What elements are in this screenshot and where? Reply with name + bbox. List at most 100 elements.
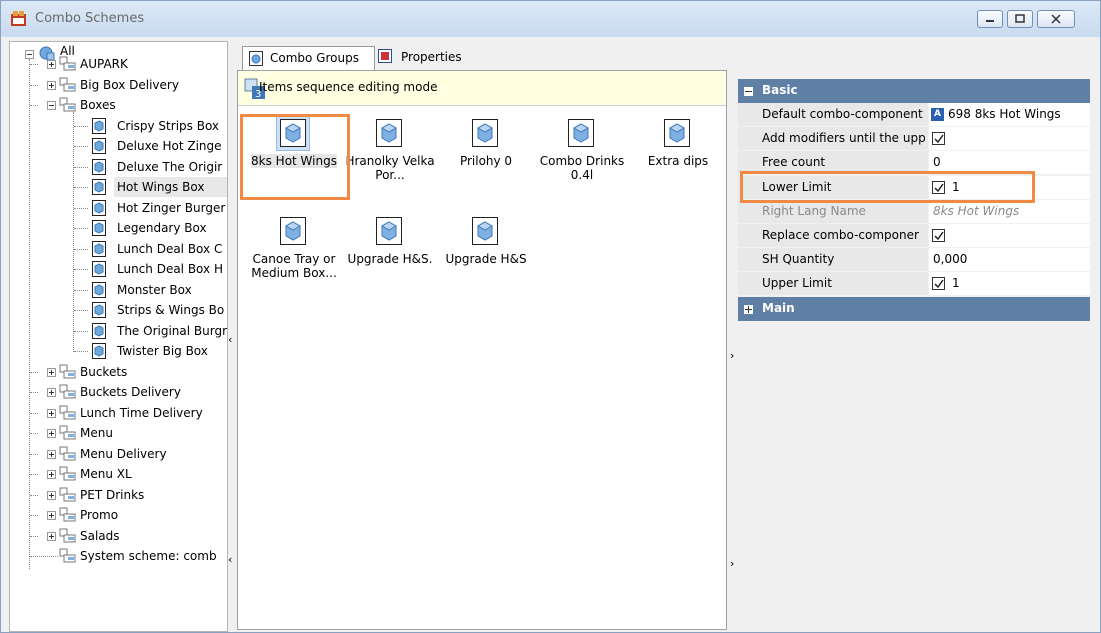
combo-item[interactable]: Hranolky Velka Por... xyxy=(342,115,438,189)
tree-item[interactable]: Crispy Strips Box xyxy=(114,116,227,136)
tree-item[interactable]: Monster Box xyxy=(114,280,227,300)
tab-properties[interactable]: Properties xyxy=(375,46,469,70)
maximize-icon xyxy=(1015,14,1025,23)
property-row[interactable]: Add modifiers until the upp xyxy=(738,127,1090,152)
combo-icon xyxy=(92,179,106,195)
minimize-icon xyxy=(986,20,994,22)
tree-group[interactable]: Boxes xyxy=(10,95,227,115)
collapse-left-arrow[interactable]: ‹ xyxy=(228,333,232,346)
property-value: 1 xyxy=(952,276,960,291)
property-row[interactable]: SH Quantity 0,000 xyxy=(738,248,1090,273)
tree-group[interactable]: Big Box Delivery xyxy=(10,75,227,95)
expand-toggle[interactable] xyxy=(47,80,56,90)
property-row[interactable]: Right Lang Name 8ks Hot Wings xyxy=(738,199,1090,224)
expand-toggle[interactable] xyxy=(47,408,56,418)
combo-icon xyxy=(92,302,106,318)
title-bar: Combo Schemes xyxy=(1,1,1100,37)
collapse-toggle[interactable] xyxy=(47,101,56,110)
combo-group-icon xyxy=(249,51,263,66)
expand-toggle[interactable] xyxy=(47,449,56,459)
tree-group[interactable]: AUPARK xyxy=(10,54,227,74)
category-basic[interactable]: Basic xyxy=(738,79,1090,103)
property-row[interactable]: Replace combo-componer xyxy=(738,224,1090,248)
checkbox[interactable] xyxy=(932,229,945,242)
property-grid: Basic Default combo-component A 698 8ks H… xyxy=(738,75,1090,632)
tree-item[interactable]: Deluxe The Origir xyxy=(114,157,227,177)
expand-right-arrow[interactable]: › xyxy=(730,349,734,362)
tree-item[interactable]: Twister Big Box xyxy=(114,341,227,361)
property-value-cell[interactable] xyxy=(929,127,1090,151)
property-value: 8ks Hot Wings xyxy=(933,203,1020,218)
tree-item[interactable]: Deluxe Hot Zinge xyxy=(114,136,227,156)
checkbox[interactable] xyxy=(932,277,945,291)
tree-group[interactable]: Menu Delivery xyxy=(10,444,227,464)
scheme-tree[interactable]: All AUPARK Big Box Delivery Boxes Crispy… xyxy=(9,41,228,632)
folder-icon xyxy=(59,405,76,419)
expand-toggle[interactable] xyxy=(47,531,56,541)
minimize-button[interactable] xyxy=(977,10,1003,28)
combo-icon xyxy=(92,281,106,298)
property-name: Default combo-component xyxy=(762,107,923,121)
expand-toggle[interactable] xyxy=(47,429,56,438)
expand-toggle[interactable] xyxy=(47,60,56,69)
tree-item[interactable]: Hot Zinger Burger xyxy=(114,198,227,218)
tree-item[interactable]: Lunch Deal Box C xyxy=(114,239,227,259)
property-value-cell[interactable]: 0,000 xyxy=(929,248,1090,272)
tree-item[interactable]: Lunch Deal Box H xyxy=(114,259,227,279)
combo-item-label: Prilohy 0 xyxy=(459,154,513,168)
tree-item[interactable]: Hot Wings Box xyxy=(114,177,227,197)
close-button[interactable] xyxy=(1037,10,1075,28)
item-highlight xyxy=(240,114,350,200)
combo-item[interactable]: Prilohy 0 xyxy=(438,115,534,189)
maximize-button[interactable] xyxy=(1007,10,1033,28)
app-icon xyxy=(11,11,26,26)
expand-toggle[interactable] xyxy=(47,511,56,520)
tree-group[interactable]: Salads xyxy=(10,526,227,546)
tree-item[interactable]: Legendary Box xyxy=(114,218,227,238)
expand-toggle[interactable] xyxy=(47,367,56,377)
tree-group[interactable]: Menu XL xyxy=(10,464,227,484)
tree-group[interactable]: Menu xyxy=(10,423,227,443)
tree-group[interactable]: PET Drinks xyxy=(10,485,227,505)
expand-toggle[interactable] xyxy=(47,388,56,397)
folder-icon xyxy=(59,528,76,542)
lower-limit-highlight xyxy=(740,171,1035,203)
tree-item[interactable]: The Original Burgr xyxy=(114,321,227,341)
tree-group[interactable]: Lunch Time Delivery xyxy=(10,403,227,423)
property-row[interactable]: Upper Limit 1 xyxy=(738,272,1090,297)
expand-toggle[interactable] xyxy=(47,470,56,479)
right-splitter[interactable]: › › xyxy=(729,75,735,632)
tab-combo-groups[interactable]: Combo Groups xyxy=(242,46,375,70)
combo-item[interactable]: Extra dips xyxy=(630,115,726,189)
tree-system-scheme[interactable]: System scheme: comb xyxy=(10,546,227,566)
combo-item[interactable]: Upgrade H&S. xyxy=(342,213,438,287)
combo-icon xyxy=(92,138,106,154)
property-name: Upper Limit xyxy=(762,276,832,291)
checkmark-icon xyxy=(934,231,944,241)
tree-item[interactable]: Strips & Wings Bo xyxy=(114,300,227,320)
tree-group[interactable]: Promo xyxy=(10,505,227,525)
category-main[interactable]: Main xyxy=(738,297,1090,321)
property-value: 698 8ks Hot Wings xyxy=(948,107,1061,121)
expand-toggle[interactable] xyxy=(47,490,56,500)
tree-group[interactable]: Buckets xyxy=(10,362,227,382)
combo-schemes-window: Combo Schemes All AUPARK Big Box Deliver… xyxy=(0,0,1101,633)
folder-icon xyxy=(59,97,76,112)
tree-group[interactable]: Buckets Delivery xyxy=(10,382,227,402)
combo-item-label: Canoe Tray or Medium Box... xyxy=(251,252,337,280)
property-value-cell[interactable]: A 698 8ks Hot Wings xyxy=(929,103,1090,126)
property-value-cell[interactable] xyxy=(929,224,1090,247)
property-value-cell[interactable]: 8ks Hot Wings xyxy=(929,199,1090,223)
combo-item-icon xyxy=(664,119,690,147)
property-row[interactable]: Default combo-component A 698 8ks Hot Win… xyxy=(738,103,1090,127)
tab-label: Combo Groups xyxy=(270,51,359,65)
combo-item[interactable]: Upgrade H&S xyxy=(438,213,534,287)
combo-item[interactable]: Combo Drinks 0.4l xyxy=(534,115,630,189)
folder-icon xyxy=(59,466,76,481)
combo-icon xyxy=(92,322,106,339)
checkbox[interactable] xyxy=(932,132,945,146)
combo-item[interactable]: Canoe Tray or Medium Box... xyxy=(246,213,342,287)
expand-icon[interactable] xyxy=(744,305,753,314)
property-value-cell[interactable]: 1 xyxy=(929,272,1090,296)
collapse-icon[interactable] xyxy=(744,87,753,96)
